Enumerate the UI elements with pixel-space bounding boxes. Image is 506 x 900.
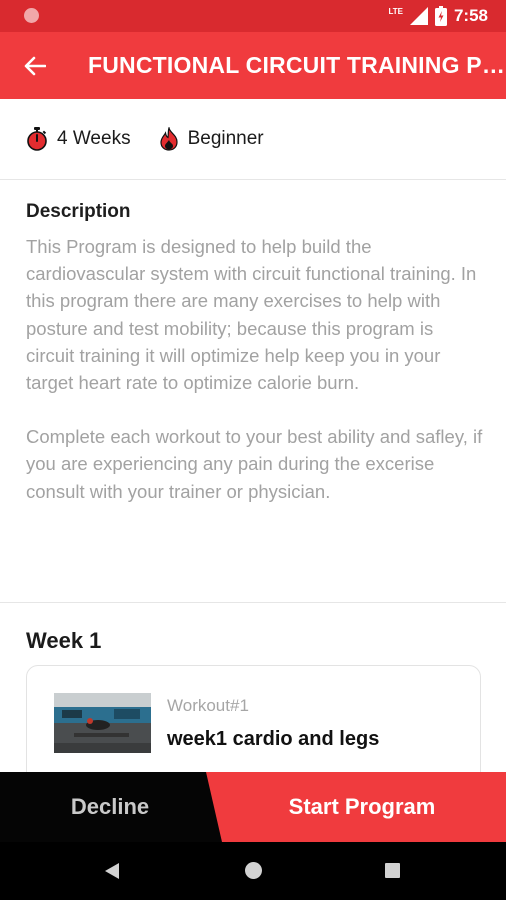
nav-recents-icon[interactable] (385, 863, 400, 878)
nav-back-icon[interactable] (104, 862, 120, 880)
description-section: Description This Program is designed to … (26, 201, 486, 505)
duration-label: 4 Weeks (57, 128, 131, 149)
clock-time: 7:58 (453, 6, 488, 25)
nav-home-icon[interactable] (245, 862, 262, 879)
stopwatch-icon (27, 127, 47, 151)
section-divider (0, 602, 506, 603)
decline-button[interactable]: Decline (0, 772, 230, 842)
status-indicators: LTE 7:58 (388, 5, 488, 27)
level-badge: Beginner (159, 127, 264, 151)
week-title: Week 1 (26, 628, 102, 653)
network-type-label: LTE (388, 6, 403, 16)
workout-thumbnail (54, 693, 151, 753)
duration-badge: 4 Weeks (26, 127, 131, 151)
notification-dot-icon (24, 8, 39, 23)
app-bar: FUNCTIONAL CIRCUIT TRAINING PROGR... (0, 32, 506, 99)
description-title: Description (26, 201, 131, 222)
description-paragraph: Complete each workout to your best abili… (26, 426, 483, 502)
flame-icon (159, 127, 178, 151)
description-paragraph: This Program is designed to help build t… (26, 236, 477, 394)
bottom-actions: Decline Start Program (0, 772, 506, 842)
workout-name: week1 cardio and legs (167, 728, 380, 750)
system-nav-bar (0, 842, 506, 900)
workout-number: Workout#1 (167, 696, 249, 715)
battery-icon (434, 6, 447, 26)
arrow-left-icon (24, 56, 46, 75)
status-bar: LTE 7:58 (0, 0, 506, 32)
description-body: This Program is designed to help build t… (26, 233, 486, 505)
back-button[interactable] (0, 32, 70, 99)
program-meta: 4 Weeks Beginner (0, 99, 506, 180)
signal-icon (409, 7, 428, 25)
page-title: FUNCTIONAL CIRCUIT TRAINING PROGR... (88, 52, 506, 78)
gym-photo-image (54, 693, 151, 753)
start-program-button[interactable]: Start Program (206, 772, 506, 842)
level-label: Beginner (187, 128, 264, 149)
